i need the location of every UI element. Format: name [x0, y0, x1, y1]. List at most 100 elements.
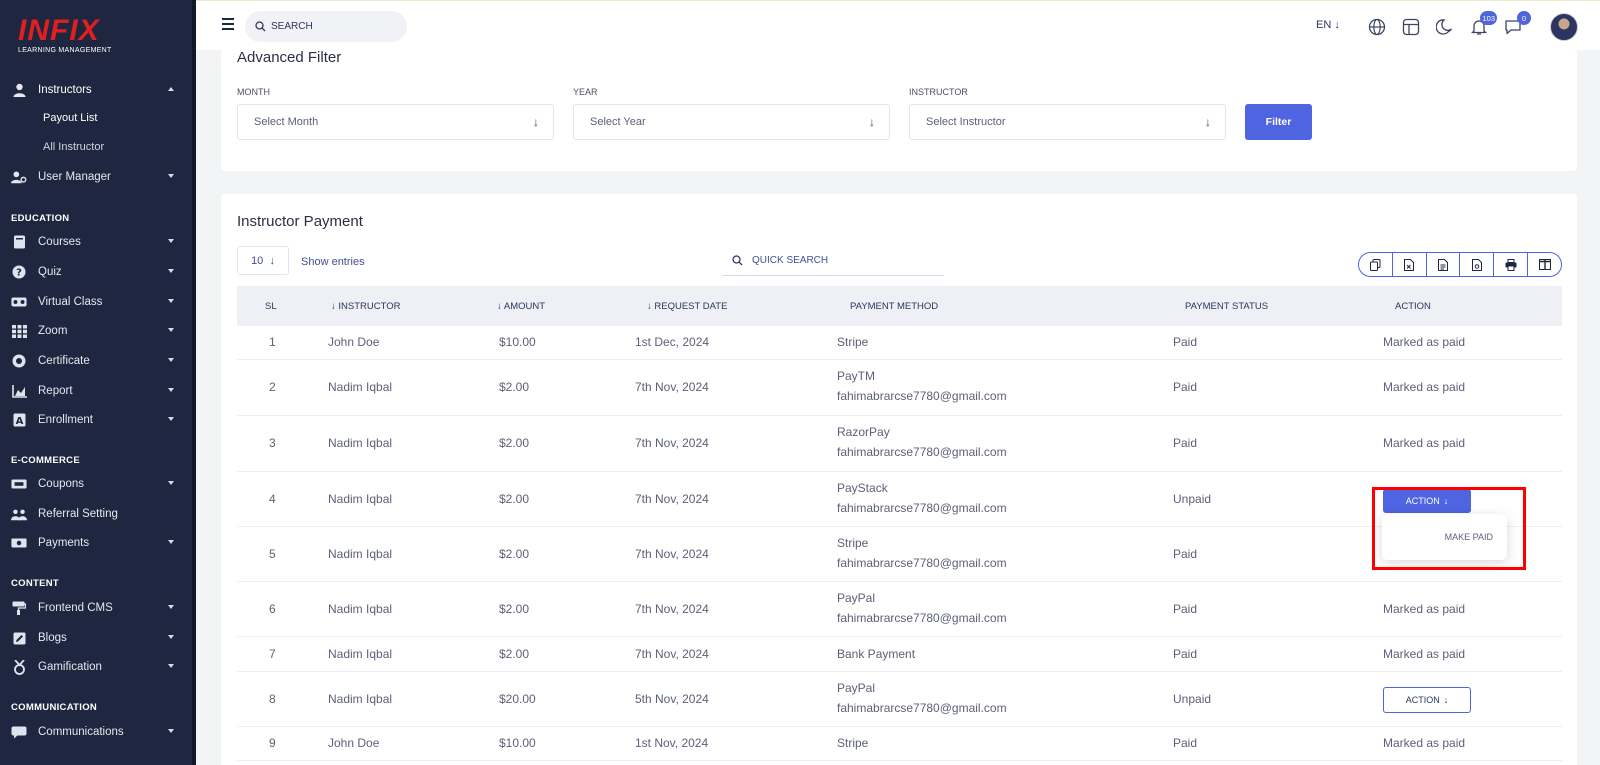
csv-file-icon[interactable] — [1427, 253, 1461, 276]
sidebar-item-courses[interactable]: Courses — [0, 230, 192, 254]
cell-request-date: 7th Nov, 2024 — [635, 647, 709, 661]
app-logo[interactable]: INFIX LEARNING MANAGEMENT — [18, 16, 112, 55]
column-header-payment-status[interactable]: PAYMENT STATUS — [1185, 301, 1268, 312]
cell-sl: 7 — [269, 647, 276, 661]
cell-payment-method: PayTM fahimabrarcse7780@gmail.com — [837, 366, 1007, 406]
globe-icon[interactable] — [1367, 17, 1387, 37]
ticket-icon — [11, 477, 27, 491]
layout-icon[interactable] — [1401, 17, 1421, 37]
sidebar-item-label: Coupons — [38, 478, 85, 490]
sidebar-item-certificate[interactable]: Certificate — [0, 349, 192, 373]
sidebar-item-blogs[interactable]: Blogs — [0, 626, 192, 650]
section-education: EDUCATION — [11, 213, 70, 224]
sidebar-item-label: Enrollment — [38, 414, 93, 426]
cell-request-date: 1st Nov, 2024 — [635, 736, 709, 750]
action-dropdown-button[interactable]: ACTION ↓ — [1383, 687, 1471, 713]
cell-sl: 6 — [269, 602, 276, 616]
column-header-sl[interactable]: SL — [265, 301, 277, 312]
cell-payment-status: Paid — [1173, 335, 1198, 349]
search-icon — [732, 255, 743, 266]
column-header-amount[interactable]: ↓ AMOUNT — [497, 301, 545, 312]
sidebar-subitem-all-instructor[interactable]: All Instructor — [43, 141, 104, 153]
cell-sl: 8 — [269, 692, 276, 706]
cell-payment-status: Paid — [1173, 647, 1198, 661]
search-box[interactable] — [245, 11, 407, 42]
caret-up-icon — [168, 87, 174, 91]
page-size-select[interactable]: 10 ↓ — [237, 246, 289, 275]
sidebar-item-quiz[interactable]: ? Quiz — [0, 260, 192, 284]
cell-amount: $2.00 — [499, 492, 530, 506]
month-label: MONTH — [237, 87, 270, 97]
certificate-icon — [11, 354, 27, 368]
filter-button[interactable]: Filter — [1245, 104, 1312, 140]
table-header: SL ↓ INSTRUCTOR ↓ AMOUNT ↓ REQUEST DATE … — [237, 286, 1562, 326]
quick-search-box[interactable] — [722, 246, 944, 276]
instructor-label: INSTRUCTOR — [909, 87, 968, 97]
payment-method-name: PayPal — [837, 681, 876, 695]
column-header-request-date[interactable]: ↓ REQUEST DATE — [647, 301, 727, 312]
year-select[interactable]: Select Year ↓ — [573, 104, 890, 140]
sidebar-item-label: Courses — [38, 236, 81, 248]
user-gear-icon — [11, 170, 27, 184]
advanced-filter-title: Advanced Filter — [237, 49, 342, 66]
search-input[interactable] — [271, 21, 391, 32]
sidebar: INFIX LEARNING MANAGEMENT Instructors Pa… — [0, 0, 196, 765]
cell-action-text: Marked as paid — [1383, 335, 1466, 349]
sort-arrow-icon: ↓ — [331, 301, 336, 312]
cell-request-date: 7th Nov, 2024 — [635, 602, 709, 616]
column-header-label: INSTRUCTOR — [338, 301, 401, 312]
cell-amount: $2.00 — [499, 380, 530, 394]
cell-payment-method: PayPal fahimabrarcse7780@gmail.com — [837, 678, 1007, 718]
sidebar-item-payments[interactable]: Payments — [0, 531, 192, 555]
sort-arrow-icon: ↓ — [647, 301, 652, 312]
sidebar-item-coupons[interactable]: Coupons — [0, 472, 192, 496]
sidebar-item-enrollment[interactable]: A Enrollment — [0, 408, 192, 432]
excel-file-icon[interactable] — [1393, 253, 1427, 276]
user-avatar[interactable] — [1550, 13, 1578, 41]
month-select[interactable]: Select Month ↓ — [237, 104, 554, 140]
sidebar-item-communications[interactable]: Communications — [0, 720, 192, 744]
print-icon[interactable] — [1494, 253, 1529, 276]
moon-icon[interactable] — [1435, 17, 1455, 37]
payment-method-email: fahimabrarcse7780@gmail.com — [837, 445, 1007, 459]
sidebar-item-user-manager[interactable]: User Manager — [0, 165, 192, 189]
cell-sl: 3 — [269, 436, 276, 450]
instructor-select[interactable]: Select Instructor ↓ — [909, 104, 1226, 140]
sidebar-item-zoom[interactable]: Zoom — [0, 319, 192, 343]
sidebar-item-gamification[interactable]: Gamification — [0, 655, 192, 679]
caret-down-icon — [168, 174, 174, 178]
section-content: CONTENT — [11, 578, 60, 589]
copy-icon[interactable] — [1359, 253, 1393, 276]
cell-instructor: John Doe — [328, 335, 380, 349]
column-header-instructor[interactable]: ↓ INSTRUCTOR — [331, 301, 401, 312]
sidebar-item-referral-setting[interactable]: Referral Setting — [0, 502, 192, 526]
pdf-file-icon[interactable] — [1460, 253, 1495, 276]
language-selector[interactable]: EN ↓ — [1316, 19, 1340, 31]
cell-amount: $20.00 — [499, 692, 536, 706]
chart-area-icon — [11, 384, 27, 398]
columns-icon[interactable] — [1528, 253, 1561, 276]
caret-down-icon — [168, 239, 174, 243]
cell-amount: $10.00 — [499, 335, 536, 349]
hamburger-menu-icon[interactable] — [222, 18, 234, 33]
column-header-action[interactable]: ACTION — [1395, 301, 1431, 312]
messages-icon[interactable]: 0 — [1503, 11, 1531, 37]
sidebar-item-report[interactable]: Report — [0, 379, 192, 403]
arrow-down-icon: ↓ — [1443, 695, 1449, 705]
notification-bell-icon[interactable]: 103 — [1469, 11, 1497, 37]
sidebar-item-virtual-class[interactable]: Virtual Class — [0, 290, 192, 314]
table-row: 4 Nadim Iqbal $2.00 7th Nov, 2024 PaySta… — [237, 472, 1562, 527]
column-header-payment-method[interactable]: PAYMENT METHOD — [850, 301, 938, 312]
sidebar-subitem-payout-list[interactable]: Payout List — [43, 112, 97, 124]
cell-payment-status: Unpaid — [1173, 692, 1212, 706]
sidebar-item-instructors[interactable]: Instructors — [0, 78, 192, 102]
caret-down-icon — [168, 358, 174, 362]
caret-down-icon — [168, 635, 174, 639]
question-circle-icon: ? — [11, 265, 27, 279]
table-row: 2 Nadim Iqbal $2.00 7th Nov, 2024 PayTM f… — [237, 360, 1562, 416]
sidebar-item-frontend-cms[interactable]: Frontend CMS — [0, 596, 192, 620]
quick-search-input[interactable] — [752, 255, 932, 266]
top-bar: EN ↓ 103 0 — [196, 0, 1600, 50]
arrow-down-icon: ↓ — [533, 115, 539, 129]
cell-request-date: 7th Nov, 2024 — [635, 436, 709, 450]
